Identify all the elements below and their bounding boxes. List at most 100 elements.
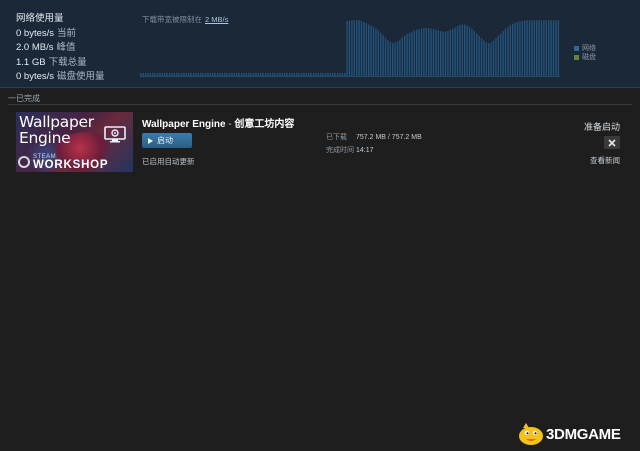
graph-bar [312,73,315,76]
graph-bar [432,29,435,76]
graph-bar [389,41,392,76]
graph-bar [334,73,336,76]
graph-bar [380,32,382,76]
monitor-gear-icon [104,126,126,143]
graph-bar [444,31,447,77]
graph-bar [185,73,188,76]
graph-bar [231,73,233,76]
graph-bar [344,73,346,76]
duck-mascot-icon [519,423,543,445]
graph-bar [500,33,502,76]
auto-update-status: 已启用自动更新 [142,157,195,166]
view-news-link[interactable]: 查看新闻 [590,155,620,166]
graph-bar [168,73,171,76]
legend-network: 网络 [574,44,596,53]
finished-value: 14:17 [356,147,374,154]
graph-bar [435,29,437,76]
graph-bar [512,23,514,76]
graph-bar [387,40,389,76]
stat-disk: 0 bytes/s 磁盘使用量 [16,70,105,85]
graph-bar [377,30,380,76]
graph-bar [260,73,262,76]
stat-total: 1.1 GB 下载总量 [16,56,105,71]
close-icon [608,138,616,147]
graph-bar [384,37,387,76]
downloaded-row: 已下载 757.2 MB / 757.2 MB [326,131,446,144]
downloaded-label: 已下载 [326,134,347,141]
graph-bar [368,24,370,76]
graph-bar [221,73,224,76]
legend-disk-label: 磁盘 [582,54,596,61]
graph-bar [327,73,329,76]
graph-bar [456,26,459,76]
graph-bar [519,21,521,76]
remove-button[interactable] [604,136,620,149]
graph-bar [504,28,507,77]
graph-bar [276,73,279,76]
graph-bar [296,73,298,76]
graph-bar [236,73,238,76]
graph-bar [267,73,269,76]
graph-bar [490,42,492,76]
graph-bar [255,73,257,76]
graph-bar [219,73,221,76]
graph-bar [180,73,183,76]
graph-bar [483,40,485,76]
graph-bar [284,73,286,76]
graph-bar [183,73,185,76]
launch-button[interactable]: 启动 [142,133,192,148]
graph-bar [413,30,416,76]
graph-bar [161,73,164,76]
graph-bar [473,31,476,76]
graph-bar [214,73,216,76]
graph-bar [274,73,276,76]
graph-bar [502,31,504,76]
game-thumbnail[interactable]: Wallpaper Engine STEAM WORKSHOP [16,112,133,172]
graph-bar [207,73,209,76]
graph-bar [176,73,178,76]
graph-bar [538,20,540,76]
graph-bar [552,20,555,76]
graph-bar [156,73,159,76]
graph-bar [147,73,149,76]
graph-bar [250,73,252,76]
graph-bar [516,22,519,76]
graph-bar [497,35,500,76]
graph-bar [173,73,176,76]
ready-status: 准备启动 [583,122,620,132]
graph-bar [197,73,200,76]
graph-bar [555,20,557,76]
download-title[interactable]: Wallpaper Engine - 创意工坊内容 [142,115,294,130]
graph-bar [317,73,320,76]
graph-bar [480,38,483,76]
graph-bar [408,32,411,76]
graph-bar [425,28,428,76]
graph-bar [358,20,360,76]
graph-bar [418,29,420,76]
completed-section-header[interactable]: 一已完成 [8,93,632,105]
graph-bar [288,73,291,76]
graph-bar [298,73,300,76]
graph-bar [370,25,372,77]
stat-peak-value: 2.0 MB/s [16,42,54,53]
graph-bar [303,73,305,76]
graph-bar [430,28,432,77]
graph-bar [526,20,528,76]
network-graph: 下载带宽被限制在 2 MB/s [140,10,560,78]
graph-baseline [140,76,560,77]
graph-bar [461,24,464,76]
graph-bar [149,73,152,76]
graph-bar [394,42,396,76]
bandwidth-limit-link[interactable]: 2 MB/s [205,15,228,24]
thumb-title: Wallpaper Engine [19,114,94,146]
graph-bar [548,20,550,76]
graph-bar [399,39,401,76]
stat-current: 0 bytes/s 当前 [16,27,105,42]
graph-bar [264,73,267,76]
graph-bar [320,73,322,76]
graph-bar [178,73,180,76]
launch-button-label: 启动 [157,136,173,145]
graph-bar [404,35,406,76]
graph-bar [507,26,509,76]
graph-bar [310,73,312,76]
